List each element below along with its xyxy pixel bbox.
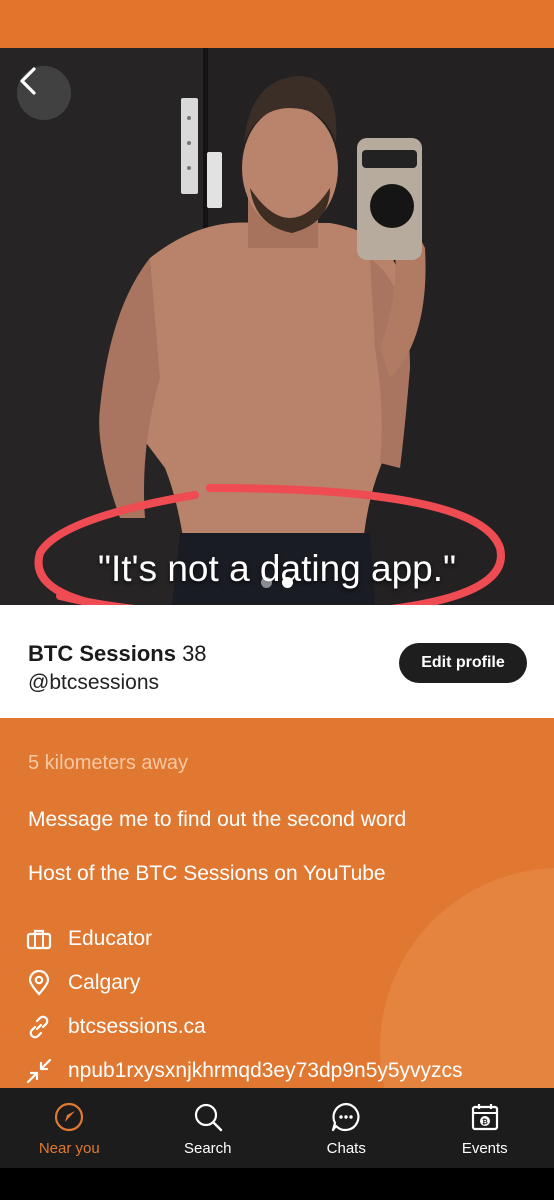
profile-handle: @btcsessions — [28, 671, 160, 694]
back-button[interactable] — [17, 66, 71, 120]
bio-line-1: Message me to find out the second word — [28, 808, 407, 831]
photo-illustration — [0, 48, 554, 605]
status-bar — [0, 0, 554, 48]
compass-icon — [55, 1102, 84, 1132]
bio-line-2: Host of the BTC Sessions on YouTube — [28, 862, 386, 885]
nav-chats[interactable]: Chats — [277, 1088, 416, 1168]
system-nav-bar — [0, 1168, 554, 1200]
npub-text[interactable]: npub1rxysxnjkhrmqd3ey73dp9n5y5yvyzcs — [68, 1059, 463, 1083]
website-link[interactable]: btcsessions.ca — [68, 1015, 206, 1039]
decorative-blob — [380, 868, 554, 1088]
link-icon — [26, 1014, 52, 1040]
nav-search[interactable]: Search — [139, 1088, 278, 1168]
profile-header: BTC Sessions 38 @btcsessions Edit profil… — [0, 605, 554, 718]
chat-bubble-icon — [332, 1102, 360, 1132]
profile-info: 5 kilometers away Message me to find out… — [0, 718, 554, 1088]
pager-dot[interactable] — [261, 577, 272, 588]
briefcase-icon — [26, 926, 52, 952]
search-icon — [194, 1103, 222, 1132]
website-row[interactable]: btcsessions.ca — [26, 1014, 206, 1040]
pager-dot-active[interactable] — [282, 577, 293, 588]
nav-label: Near you — [38, 1140, 100, 1157]
svg-text:₿: ₿ — [482, 1118, 488, 1126]
npub-row[interactable]: npub1rxysxnjkhrmqd3ey73dp9n5y5yvyzcs — [26, 1058, 463, 1084]
occupation-row: Educator — [26, 926, 152, 952]
edit-profile-button[interactable]: Edit profile — [399, 643, 527, 683]
photo-pager[interactable] — [0, 577, 554, 588]
calendar-bitcoin-icon: ₿ — [471, 1104, 498, 1131]
location-text: Calgary — [68, 971, 141, 994]
nav-label: Chats — [326, 1140, 366, 1157]
map-pin-icon — [26, 970, 52, 996]
profile-name: BTC Sessions — [28, 641, 176, 666]
profile-age: 38 — [182, 641, 207, 666]
occupation-text: Educator — [68, 927, 153, 950]
profile-name-line: BTC Sessions 38 — [28, 641, 207, 667]
nav-events[interactable]: ₿ Events — [416, 1088, 554, 1168]
bottom-navigation: Near you Search Chats ₿ Events — [0, 1088, 554, 1168]
nav-near-you[interactable]: Near you — [0, 1088, 139, 1168]
distance-text: 5 kilometers away — [28, 752, 189, 774]
collapse-arrows-icon — [26, 1058, 52, 1084]
location-row: Calgary — [26, 970, 140, 996]
profile-photo[interactable] — [0, 48, 554, 605]
nav-label: Search — [183, 1140, 232, 1157]
chevron-left-icon — [20, 67, 36, 95]
nav-label: Events — [461, 1140, 508, 1157]
